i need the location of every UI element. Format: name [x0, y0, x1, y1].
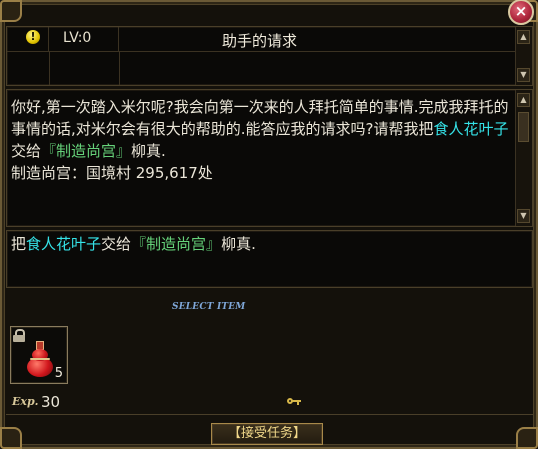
exp-value: 30 [41, 393, 61, 411]
objective-suffix: 柳真. [221, 235, 256, 253]
quest-list-col-2 [49, 52, 120, 85]
objective-npc: 『制造尚宫』 [131, 235, 222, 253]
quest-level-cell: LV:0 [49, 27, 119, 51]
quest-header-row[interactable]: ! LV:0 助手的请求 [7, 27, 516, 52]
reward-item-count: 5 [54, 366, 63, 381]
scroll-down-arrow-icon[interactable]: ▼ [517, 209, 530, 223]
objective-item: 食人花叶子 [26, 235, 102, 253]
scrollbar-thumb[interactable] [518, 112, 529, 142]
quest-objective-panel: 把食人花叶子交给『制造尚宫』柳真. [6, 230, 533, 288]
quest-status-cell: ! [7, 27, 49, 51]
objective-middle: 交给 [101, 235, 132, 253]
description-location: 制造尚宫：国境村 295,617处 [11, 164, 213, 182]
exclamation-icon: ! [26, 30, 40, 44]
quest-level: LV:0 [63, 30, 92, 46]
frame-corner-bottom-right [516, 427, 538, 449]
quest-list-empty-row [7, 52, 516, 85]
description-part: 柳真. [131, 142, 166, 160]
close-button[interactable]: × [508, 0, 534, 25]
close-icon: × [514, 2, 528, 20]
description-npc-highlight: 『制造尚宫』 [41, 142, 132, 160]
red-potion-icon [23, 339, 57, 377]
description-item-highlight: 食人花叶子 [433, 120, 509, 138]
description-scrollbar[interactable]: ▲ ▼ [515, 90, 532, 226]
quest-objective-text: 把食人花叶子交给『制造尚宫』柳真. [11, 233, 256, 255]
accept-quest-button[interactable]: 【接受任务】 [211, 423, 323, 445]
objective-prefix: 把 [11, 235, 27, 253]
description-part: 交给 [11, 142, 42, 160]
scroll-up-arrow-icon[interactable]: ▲ [517, 93, 530, 107]
footer-divider [6, 414, 533, 415]
quest-description-text: 你好,第一次踏入米尔呢?我会向第一次来的人拜托简单的事情.完成我拜托的事情的话,… [11, 96, 510, 184]
key-icon [287, 398, 301, 406]
quest-list-col-1 [7, 52, 50, 85]
quest-list-scrollbar[interactable]: ▲ ▼ [515, 27, 532, 85]
select-item-label: SELECT ITEM [172, 302, 246, 312]
scroll-up-arrow-icon[interactable]: ▲ [517, 30, 530, 44]
exp-reward-row: Exp. 30 [6, 392, 533, 412]
quest-description-panel: 你好,第一次踏入米尔呢?我会向第一次来的人拜托简单的事情.完成我拜托的事情的话,… [6, 89, 533, 227]
frame-corner-top-left [0, 0, 22, 22]
scroll-down-arrow-icon[interactable]: ▼ [517, 68, 530, 82]
frame-corner-bottom-left [0, 427, 22, 449]
quest-title: 助手的请求 [222, 32, 298, 50]
exp-label: Exp. [12, 395, 39, 408]
quest-header-panel: ! LV:0 助手的请求 ▲ ▼ [6, 26, 533, 86]
reward-item-slot[interactable]: 5 [10, 326, 68, 384]
